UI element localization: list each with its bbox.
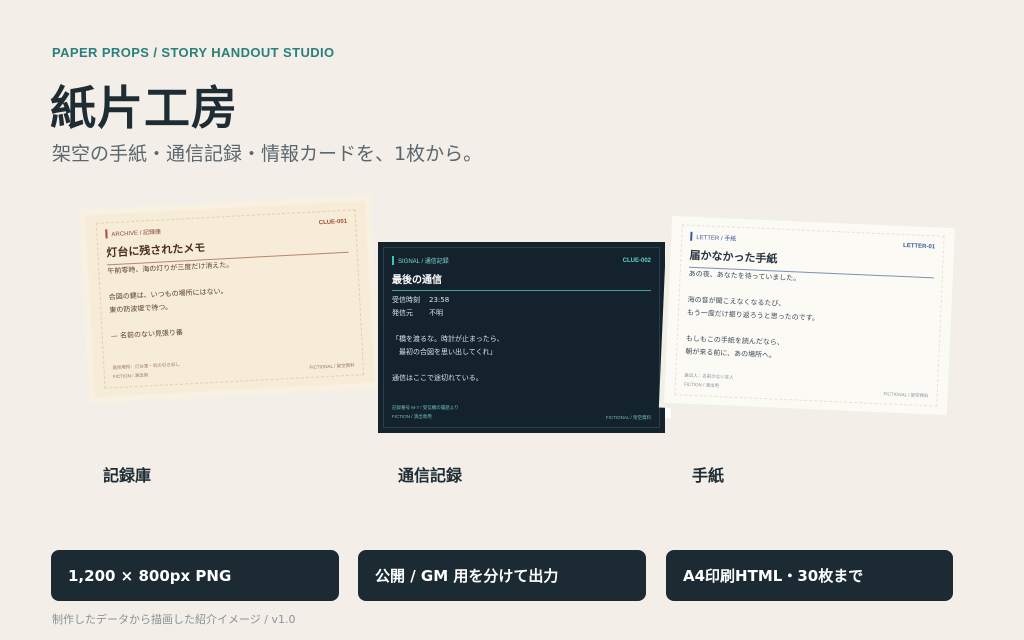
signal-card-title: 最後の通信	[392, 271, 651, 291]
letter-card-body: あの夜、あなたを待っていました。 海の音が聞こえなくなるたび、 もう一度だけ振り…	[685, 268, 934, 370]
letter-tag-text: LETTER / 手紙	[696, 234, 737, 243]
archive-card-body: 午前零時、海の灯りが三度だけ消えた。 合図の鍵は、いつもの場所にはない。 東の防…	[107, 253, 353, 344]
letter-card-footer: 差出人：名前のない友人 FICTION / 演出用 FICTIONAL / 架空…	[675, 370, 937, 405]
signal-card-tag: SIGNAL / 通信記録	[392, 256, 449, 265]
signal-row-key: 受信時刻	[392, 296, 420, 304]
archive-card-footer: 発見場所：灯台室・机の引き出し FICTION / 演出用 FICTIONAL …	[104, 350, 363, 387]
letter-label: 手紙	[692, 466, 725, 485]
page-subtitle: 架空の手紙・通信記録・情報カードを、1枚から。	[52, 143, 483, 165]
archive-tag-text: ARCHIVE / 記録庫	[111, 229, 162, 239]
signal-quote-line: 最初の合図を思い出してくれ」	[392, 348, 497, 356]
signal-label: 通信記録	[398, 466, 463, 485]
signal-card-frame: SIGNAL / 通信記録 CLUE-002 最後の通信 受信時刻 23:58 発…	[383, 247, 660, 428]
signal-row: 受信時刻 23:58	[392, 294, 651, 307]
letter-card-frame: LETTER / 手紙 LETTER-01 届かなかった手紙 あの夜、あなたを待…	[674, 224, 945, 407]
signal-row-value: 不明	[429, 309, 443, 317]
signal-closing: 通信はここで途切れている。	[392, 374, 483, 382]
letter-card-tag: LETTER / 手紙	[690, 231, 737, 243]
archive-card-id: CLUE-001	[318, 218, 348, 226]
signal-footer-line: 記録番号 M-7 / 受信機の履歴より	[392, 405, 459, 410]
letter-card-id: LETTER-01	[902, 242, 936, 250]
feature-pill-print: A4印刷HTML・30枚まで	[666, 550, 953, 601]
signal-card-footer: 記録番号 M-7 / 受信機の履歴より FICTION / 演出専用 FICTI…	[384, 403, 659, 427]
signal-quote-line: 「橋を渡るな。時計が止まったら、	[392, 335, 504, 343]
archive-card-frame: ARCHIVE / 記録庫 CLUE-001 灯台に残されたメモ 午前零時、海の…	[95, 209, 365, 389]
signal-row-key: 発信元	[392, 309, 413, 317]
archive-card-tag: ARCHIVE / 記録庫	[105, 227, 161, 239]
signal-card-body: 受信時刻 23:58 発信元 不明 「橋を渡るな。時計が止まったら、 最初の合図を思…	[392, 294, 651, 385]
letter-footer-right: FICTIONAL / 架空資料	[883, 391, 929, 399]
signal-row-value: 23:58	[429, 296, 450, 304]
archive-tag-bar	[105, 229, 108, 239]
letter-card[interactable]: LETTER / 手紙 LETTER-01 届かなかった手紙 あの夜、あなたを待…	[664, 215, 955, 416]
feature-pill-png: 1,200 × 800px PNG	[51, 550, 339, 601]
signal-card[interactable]: SIGNAL / 通信記録 CLUE-002 最後の通信 受信時刻 23:58 発…	[378, 242, 671, 433]
signal-row: 発信元 不明	[392, 307, 651, 320]
signal-tag-text: SIGNAL / 通信記録	[398, 259, 449, 265]
archive-footer-right: FICTIONAL / 架空資料	[309, 362, 355, 370]
eyebrow-text: PAPER PROPS / STORY HANDOUT STUDIO	[52, 45, 335, 60]
page-title: 紙片工房	[50, 81, 238, 135]
signal-footer-line: FICTION / 演出専用	[392, 414, 432, 419]
footer-note: 制作したデータから描画した紹介イメージ / v1.0	[52, 613, 296, 626]
signal-tag-bar	[392, 256, 394, 265]
archive-label: 記録庫	[103, 466, 152, 485]
signal-card-id: CLUE-002	[622, 257, 651, 264]
letter-tag-bar	[690, 231, 693, 241]
feature-pill-export: 公開 / GM 用を分けて出力	[358, 550, 646, 601]
archive-card[interactable]: ARCHIVE / 記録庫 CLUE-001 灯台に残されたメモ 午前零時、海の…	[85, 200, 375, 398]
signal-footer-right: FICTIONAL / 架空資料	[605, 415, 651, 420]
